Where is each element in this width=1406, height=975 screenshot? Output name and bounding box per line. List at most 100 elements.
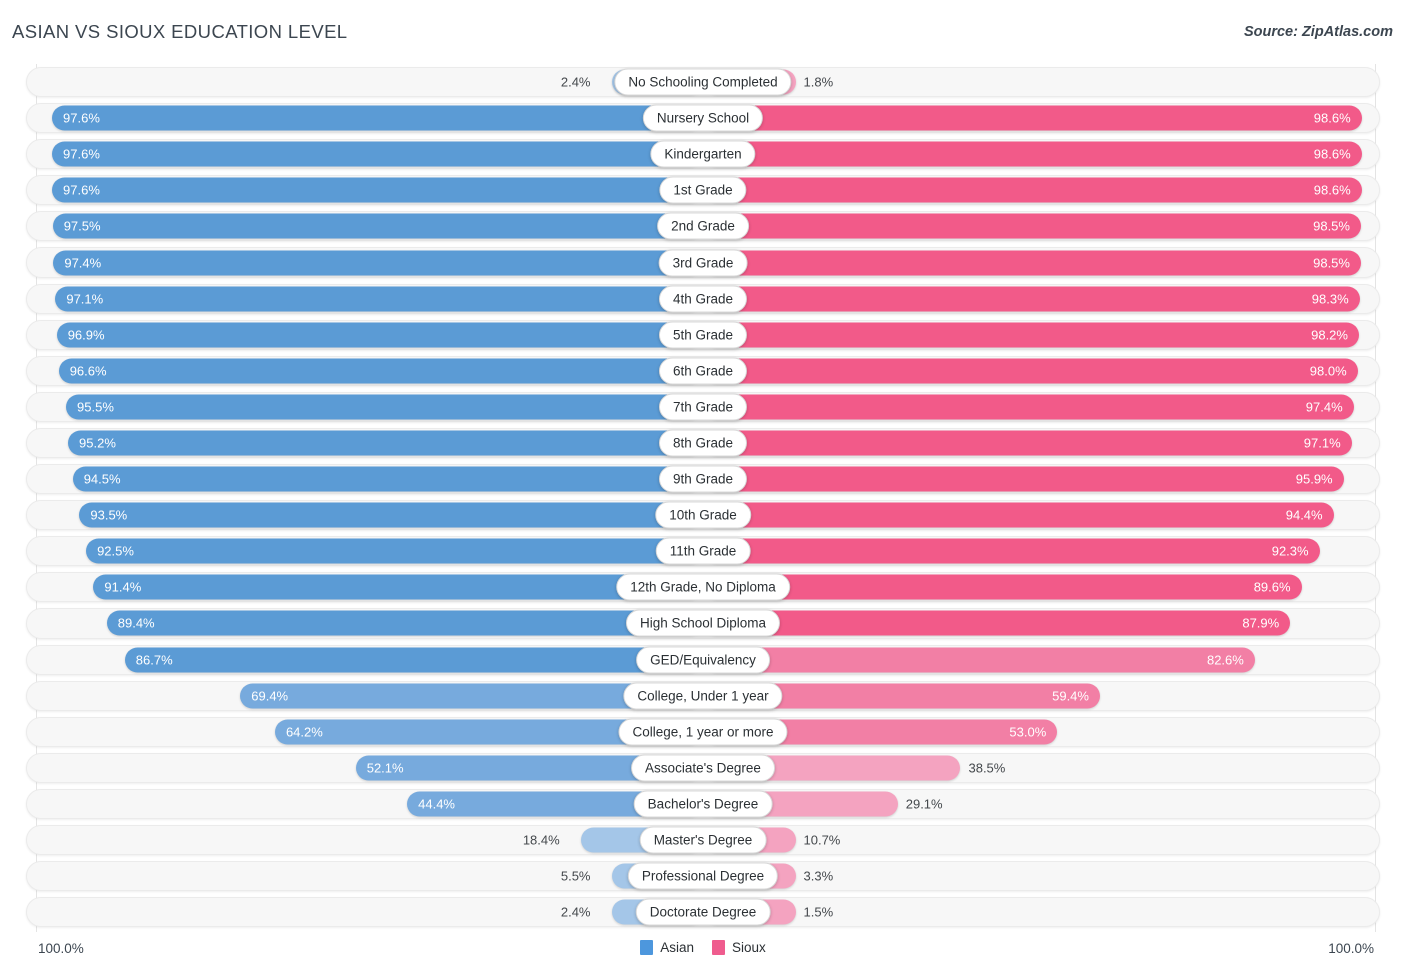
- category-label: 10th Grade: [655, 501, 751, 529]
- bar-asian[interactable]: 97.5%: [52, 213, 704, 239]
- row-bars: 95.5% 97.4% 7th Grade: [13, 389, 1393, 425]
- chart-row: 2.4% 1.8% No Schooling Completed: [13, 64, 1393, 100]
- category-label: No Schooling Completed: [614, 68, 792, 96]
- bar-value-sioux: 95.9%: [1295, 471, 1333, 487]
- bar-asian[interactable]: 97.6%: [52, 177, 704, 203]
- page-header: ASIAN VS SIOUX EDUCATION LEVEL Source: Z…: [0, 0, 1406, 60]
- chart-row: 97.6% 98.6% Nursery School: [13, 100, 1393, 136]
- row-bars: 94.5% 95.9% 9th Grade: [13, 461, 1393, 497]
- category-label: 5th Grade: [658, 321, 748, 349]
- category-label: 8th Grade: [658, 429, 748, 457]
- chart-row: 44.4% 29.1% Bachelor's Degree: [13, 786, 1393, 822]
- bar-asian[interactable]: 97.1%: [55, 286, 704, 312]
- bar-value-sioux: 3.3%: [803, 868, 834, 884]
- row-bars: 2.4% 1.8% No Schooling Completed: [13, 64, 1393, 100]
- category-label: 4th Grade: [658, 285, 748, 313]
- chart-row: 86.7% 82.6% GED/Equivalency: [13, 642, 1393, 678]
- bar-value-asian: 96.9%: [67, 327, 105, 343]
- bar-sioux[interactable]: 98.5%: [703, 250, 1361, 276]
- row-bars: 44.4% 29.1% Bachelor's Degree: [13, 786, 1393, 822]
- category-label: 12th Grade, No Diploma: [616, 573, 790, 601]
- category-label: 6th Grade: [658, 357, 748, 385]
- bar-value-asian: 69.4%: [251, 688, 289, 704]
- row-bars: 52.1% 38.5% Associate's Degree: [13, 750, 1393, 786]
- bar-value-sioux: 98.3%: [1311, 291, 1349, 307]
- bar-sioux[interactable]: 98.6%: [703, 177, 1362, 203]
- chart-page: ASIAN VS SIOUX EDUCATION LEVEL Source: Z…: [0, 0, 1406, 975]
- chart-row: 97.6% 98.6% 1st Grade: [13, 172, 1393, 208]
- chart-row: 89.4% 87.9% High School Diploma: [13, 605, 1393, 641]
- row-bars: 69.4% 59.4% College, Under 1 year: [13, 678, 1393, 714]
- row-bars: 97.5% 98.5% 2nd Grade: [13, 208, 1393, 244]
- category-label: Master's Degree: [639, 826, 767, 854]
- row-bars: 64.2% 53.0% College, 1 year or more: [13, 714, 1393, 750]
- bar-asian[interactable]: 95.5%: [66, 394, 704, 420]
- bar-sioux[interactable]: 98.2%: [703, 322, 1359, 348]
- bar-asian[interactable]: 97.4%: [53, 250, 704, 276]
- bar-value-asian: 97.5%: [63, 218, 101, 234]
- row-bars: 2.4% 1.5% Doctorate Degree: [13, 894, 1393, 930]
- bar-asian[interactable]: 96.9%: [56, 322, 704, 348]
- bar-asian[interactable]: 89.4%: [106, 610, 704, 636]
- row-bars: 92.5% 92.3% 11th Grade: [13, 533, 1393, 569]
- bar-asian[interactable]: 91.4%: [93, 574, 704, 600]
- legend-item-asian[interactable]: Asian: [640, 940, 694, 955]
- row-bars: 97.6% 98.6% Nursery School: [13, 100, 1393, 136]
- bar-sioux[interactable]: 98.0%: [703, 358, 1358, 384]
- bar-value-asian: 91.4%: [104, 579, 142, 595]
- bar-asian[interactable]: 97.6%: [52, 105, 704, 131]
- bar-sioux[interactable]: 97.4%: [703, 394, 1354, 420]
- bar-sioux[interactable]: 89.6%: [703, 574, 1302, 600]
- legend-swatch-icon: [712, 940, 725, 955]
- bar-value-sioux: 98.6%: [1313, 182, 1351, 198]
- chart-row: 93.5% 94.4% 10th Grade: [13, 497, 1393, 533]
- category-label: 11th Grade: [655, 537, 751, 565]
- legend-item-sioux[interactable]: Sioux: [712, 940, 766, 955]
- category-label: High School Diploma: [625, 609, 781, 637]
- row-bars: 97.6% 98.6% Kindergarten: [13, 136, 1393, 172]
- bar-value-sioux: 89.6%: [1253, 579, 1291, 595]
- chart-row: 69.4% 59.4% College, Under 1 year: [13, 678, 1393, 714]
- bar-asian[interactable]: 93.5%: [79, 502, 704, 528]
- category-label: GED/Equivalency: [636, 646, 770, 674]
- bar-value-sioux: 98.5%: [1313, 218, 1350, 234]
- row-bars: 5.5% 3.3% Professional Degree: [13, 858, 1393, 894]
- bar-value-asian: 97.1%: [66, 291, 104, 307]
- bar-sioux[interactable]: 98.3%: [703, 286, 1360, 312]
- bar-sioux[interactable]: 92.3%: [703, 538, 1320, 564]
- bar-asian[interactable]: 94.5%: [72, 466, 704, 492]
- bar-asian[interactable]: 97.6%: [52, 141, 704, 167]
- bar-asian[interactable]: 92.5%: [86, 538, 704, 564]
- bar-sioux[interactable]: 87.9%: [703, 610, 1291, 636]
- bar-asian[interactable]: 86.7%: [124, 647, 704, 673]
- bar-sioux[interactable]: 98.6%: [703, 105, 1362, 131]
- bar-chart: 2.4% 1.8% No Schooling Completed 97.6% 98.6%…: [0, 64, 1406, 932]
- bar-sioux[interactable]: 95.9%: [703, 466, 1344, 492]
- category-label: 9th Grade: [658, 465, 748, 493]
- bar-asian[interactable]: 96.6%: [58, 358, 704, 384]
- bar-value-sioux: 92.3%: [1271, 543, 1309, 559]
- chart-footer: 100.0% Asian Sioux 100.0%: [0, 937, 1406, 965]
- bar-value-asian: 97.6%: [63, 146, 100, 162]
- bar-value-asian: 18.4%: [522, 832, 560, 848]
- bar-sioux[interactable]: 98.6%: [703, 141, 1362, 167]
- bar-value-sioux: 29.1%: [905, 796, 943, 812]
- bar-value-asian: 96.6%: [69, 363, 107, 379]
- category-label: 2nd Grade: [657, 212, 749, 240]
- bar-asian[interactable]: 95.2%: [68, 430, 704, 456]
- bar-sioux[interactable]: 82.6%: [703, 647, 1255, 673]
- bar-value-sioux: 98.5%: [1313, 255, 1350, 271]
- chart-row: 2.4% 1.5% Doctorate Degree: [13, 894, 1393, 930]
- bar-sioux[interactable]: 98.5%: [703, 213, 1361, 239]
- row-bars: 91.4% 89.6% 12th Grade, No Diploma: [13, 569, 1393, 605]
- bar-value-asian: 64.2%: [285, 724, 323, 740]
- bar-value-sioux: 1.5%: [803, 904, 834, 920]
- bar-sioux[interactable]: 97.1%: [703, 430, 1352, 456]
- bar-value-asian: 93.5%: [90, 507, 128, 523]
- row-bars: 97.6% 98.6% 1st Grade: [13, 172, 1393, 208]
- bar-sioux[interactable]: 94.4%: [703, 502, 1334, 528]
- chart-row: 52.1% 38.5% Associate's Degree: [13, 750, 1393, 786]
- chart-row: 97.4% 98.5% 3rd Grade: [13, 244, 1393, 280]
- category-label: College, 1 year or more: [618, 718, 788, 746]
- row-bars: 97.4% 98.5% 3rd Grade: [13, 244, 1393, 280]
